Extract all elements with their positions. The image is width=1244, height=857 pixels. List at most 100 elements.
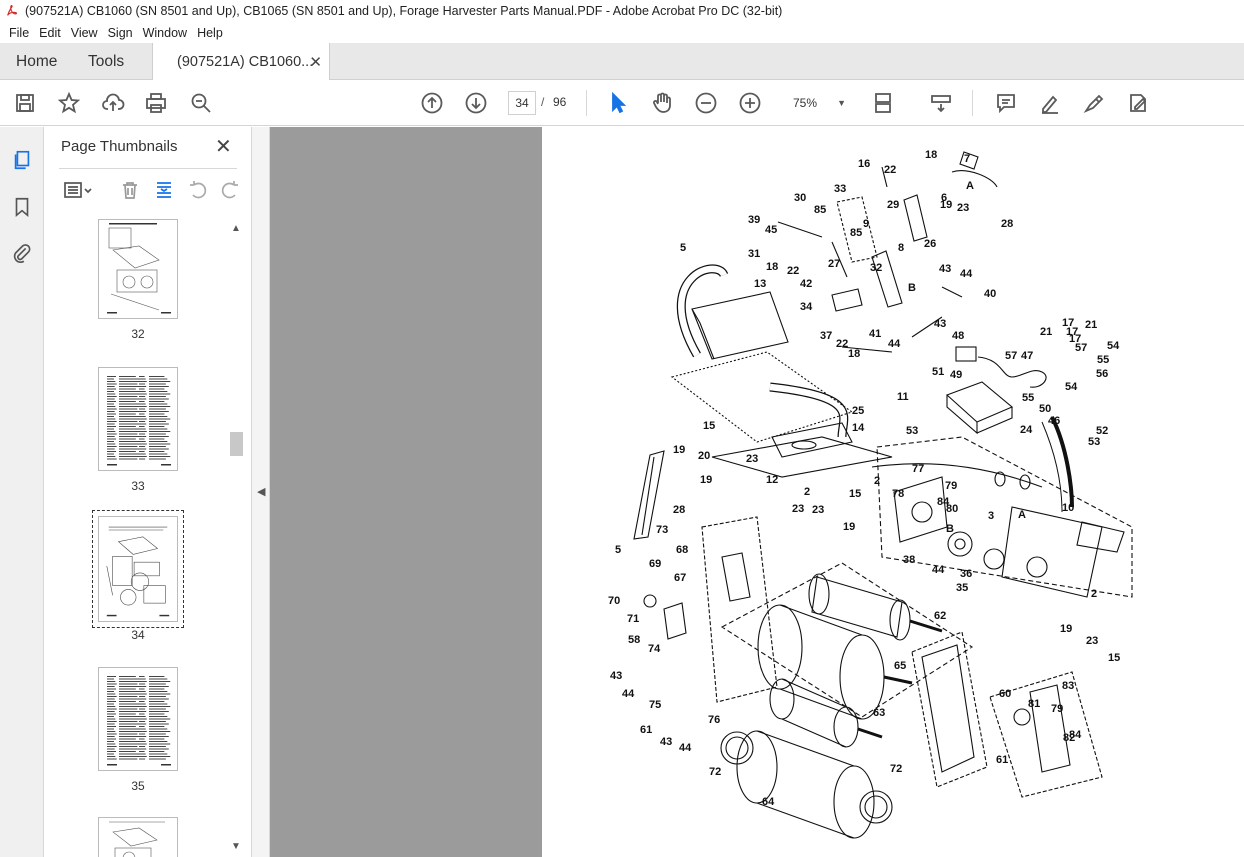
part-callout-label: 28 xyxy=(1001,218,1013,230)
menu-file[interactable]: File xyxy=(4,26,34,40)
thumbnail-label: 33 xyxy=(131,479,145,493)
part-callout-label: 2 xyxy=(1091,588,1097,600)
menu-sign[interactable]: Sign xyxy=(103,26,138,40)
part-callout-label: 24 xyxy=(1020,424,1033,436)
part-callout-label: 22 xyxy=(884,164,896,176)
part-callout-label: 26 xyxy=(924,238,936,250)
zoom-in-icon[interactable] xyxy=(737,90,763,116)
page-thumbnail-32[interactable] xyxy=(98,219,178,319)
part-callout-label: 50 xyxy=(1039,403,1051,415)
scroll-up-icon[interactable]: ▲ xyxy=(231,223,241,234)
menu-view[interactable]: View xyxy=(66,26,103,40)
panel-splitter[interactable]: ◀ xyxy=(251,127,270,857)
page-number-input[interactable]: 34 xyxy=(508,91,536,115)
tab-tools[interactable]: Tools xyxy=(88,43,124,80)
bookmark-star-icon[interactable] xyxy=(56,90,82,116)
part-callout-label: 46 xyxy=(1048,415,1060,427)
panel-title: Page Thumbnails xyxy=(61,138,178,155)
part-callout-label: 38 xyxy=(903,554,915,566)
page-thumbnail-34-selected[interactable] xyxy=(92,510,184,628)
part-callout-label: 13 xyxy=(754,278,766,290)
part-callout-label: 45 xyxy=(765,224,777,236)
page-thumbnail-36[interactable] xyxy=(98,817,178,857)
rotate-left-icon[interactable] xyxy=(187,179,209,201)
zoom-search-icon[interactable] xyxy=(188,90,214,116)
part-callout-label: 33 xyxy=(834,183,846,195)
part-callout-label: 70 xyxy=(608,595,620,607)
zoom-level-select[interactable]: 75% ▼ xyxy=(782,91,852,115)
tab-document-label: (907521A) CB1060... xyxy=(177,53,314,70)
part-callout-label: 16 xyxy=(858,158,870,170)
part-callout-label: 15 xyxy=(849,488,861,500)
collapse-panel-icon[interactable]: ◀ xyxy=(257,485,265,498)
part-callout-label: 41 xyxy=(869,328,881,340)
part-callout-label: 28 xyxy=(673,504,685,516)
part-callout-label: 43 xyxy=(934,318,946,330)
part-callout-label: B xyxy=(946,523,954,535)
next-page-icon[interactable] xyxy=(463,90,489,116)
page-display-icon[interactable] xyxy=(870,90,896,116)
bookmarks-icon[interactable] xyxy=(10,195,34,219)
menu-edit[interactable]: Edit xyxy=(34,26,66,40)
rotate-right-icon[interactable] xyxy=(219,179,241,201)
menu-bar: File Edit View Sign Window Help xyxy=(0,22,1244,43)
part-callout-label: 9 xyxy=(863,218,869,230)
select-cursor-icon[interactable] xyxy=(605,90,631,116)
tab-home[interactable]: Home xyxy=(16,43,57,80)
part-callout-label: 85 xyxy=(814,204,826,216)
scroll-mode-icon[interactable] xyxy=(928,90,954,116)
highlight-pen-icon[interactable] xyxy=(1037,90,1063,116)
previous-page-icon[interactable] xyxy=(419,90,445,116)
page-separator: / xyxy=(541,95,545,109)
part-callout-label: 12 xyxy=(766,474,778,486)
part-callout-label: 23 xyxy=(812,504,824,516)
draw-pen-icon[interactable] xyxy=(1081,90,1107,116)
menu-window[interactable]: Window xyxy=(138,26,192,40)
fill-sign-icon[interactable] xyxy=(1125,90,1151,116)
part-callout-label: 10 xyxy=(1062,502,1074,514)
extract-page-icon[interactable] xyxy=(153,179,175,201)
menu-help[interactable]: Help xyxy=(192,26,228,40)
part-callout-label: 60 xyxy=(999,688,1011,700)
scroll-down-icon[interactable]: ▼ xyxy=(231,841,241,852)
zoom-out-icon[interactable] xyxy=(693,90,719,116)
save-icon[interactable] xyxy=(12,90,38,116)
part-callout-label: 65 xyxy=(894,660,906,672)
part-callout-label: 40 xyxy=(984,288,996,300)
part-callout-label: 57 xyxy=(1075,342,1087,354)
part-callout-label: 31 xyxy=(748,248,760,260)
part-callout-label: 5 xyxy=(680,242,686,254)
print-icon[interactable] xyxy=(143,90,169,116)
close-panel-icon[interactable]: ✕ xyxy=(215,134,232,159)
part-callout-label: 43 xyxy=(610,670,622,682)
part-callout-label: 44 xyxy=(960,268,973,280)
scrollbar-thumb[interactable] xyxy=(230,432,243,456)
part-callout-label: 48 xyxy=(952,330,964,342)
part-callout-label: 18 xyxy=(766,261,778,273)
upload-cloud-icon[interactable] xyxy=(100,90,126,116)
thumbnail-scrollbar[interactable]: ▲ ▼ xyxy=(229,219,243,857)
page-thumbnails-icon[interactable] xyxy=(10,148,34,172)
delete-page-icon[interactable] xyxy=(119,179,141,201)
part-callout-label: 47 xyxy=(1021,350,1033,362)
part-callout-label: 75 xyxy=(649,699,661,711)
options-menu-icon[interactable] xyxy=(59,179,97,201)
part-callout-label: 68 xyxy=(676,544,688,556)
part-callout-label: 82 xyxy=(1063,732,1075,744)
part-callout-label: 15 xyxy=(703,420,715,432)
part-callout-label: A xyxy=(966,180,974,192)
page-thumbnail-33[interactable] xyxy=(98,367,178,471)
attachments-icon[interactable] xyxy=(10,241,34,265)
tab-document[interactable]: (907521A) CB1060... ✕ xyxy=(152,43,330,80)
part-callout-label: 18 xyxy=(925,149,937,161)
parts-exploded-diagram: 18 716 22A3363019 2329283985945 852683118 222… xyxy=(608,149,1133,839)
document-viewer[interactable]: 18 7 16 22 A 33 6 30 19 23 29 28 39 85 9 45 85 26 8 31 18 22 2… xyxy=(270,127,1244,857)
part-callout-label: 85 xyxy=(850,227,862,239)
part-callout-label: 42 xyxy=(800,278,812,290)
close-tab-icon[interactable]: ✕ xyxy=(309,53,322,71)
part-callout-label: 19 xyxy=(843,521,855,533)
comment-icon[interactable] xyxy=(993,90,1019,116)
part-callout-label: 55 xyxy=(1022,392,1034,404)
page-thumbnail-35[interactable] xyxy=(98,667,178,771)
hand-tool-icon[interactable] xyxy=(649,90,675,116)
